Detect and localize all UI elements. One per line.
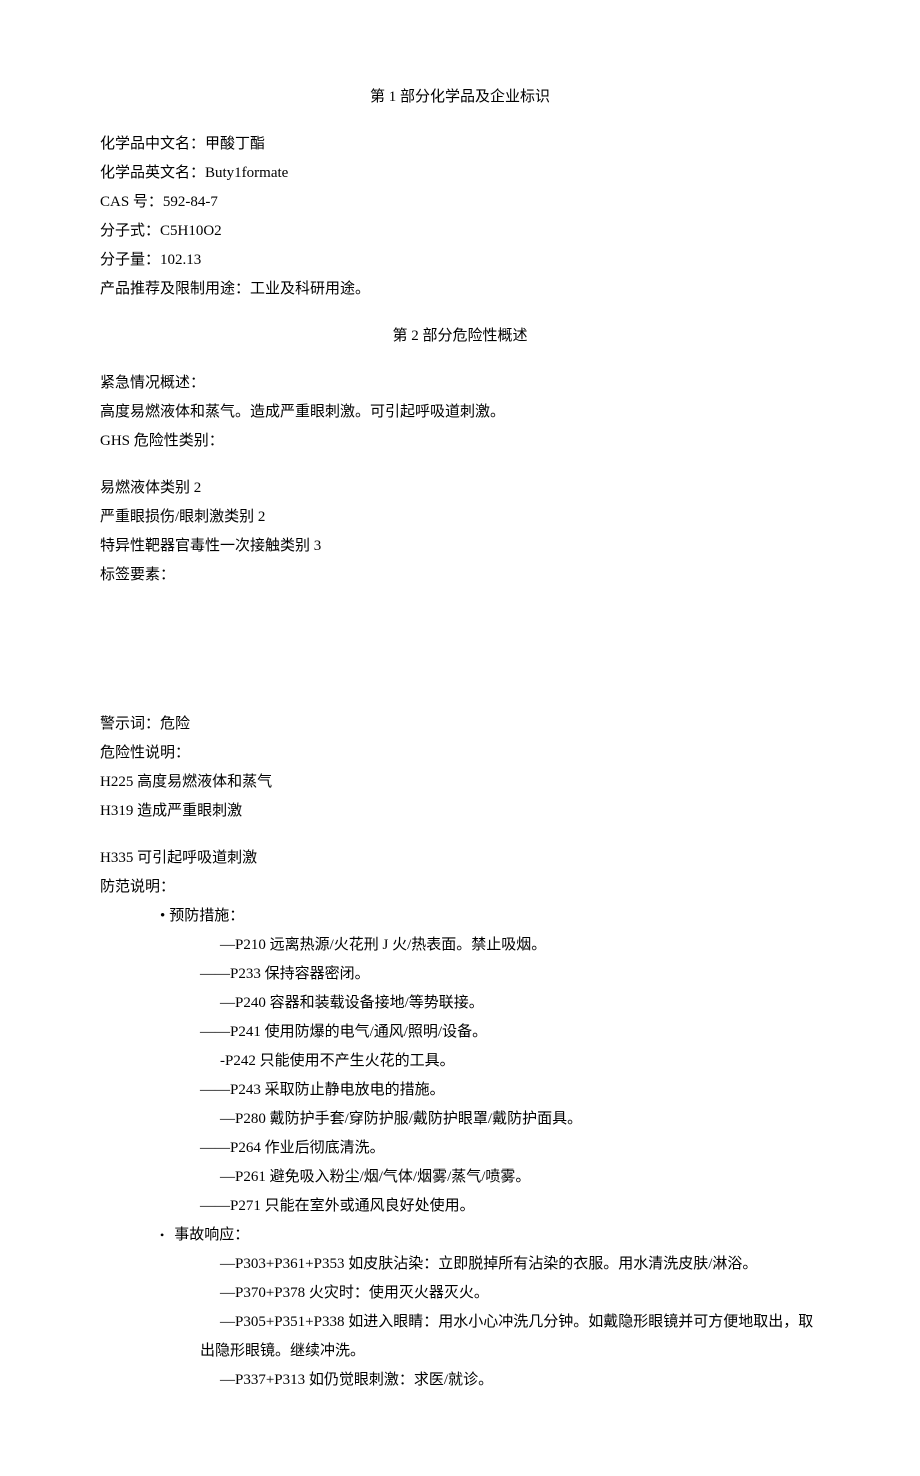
- response-item: —P305+P351+P338 如进入眼睛：用水小心冲洗几分钟。如戴隐形眼镜并可…: [100, 1309, 820, 1336]
- prevention-item: ——P264 作业后彻底清洗。: [100, 1135, 820, 1162]
- cas-number: CAS 号：592-84-7: [100, 189, 820, 216]
- hazard-statement: H335 可引起呼吸道刺激: [100, 845, 820, 872]
- prevention-item: —P240 容器和装载设备接地/等势联接。: [100, 990, 820, 1017]
- hazard-statement: H319 造成严重眼刺激: [100, 798, 820, 825]
- prevention-title: 预防措施：: [100, 903, 820, 930]
- hazard-statement: H225 高度易燃液体和蒸气: [100, 769, 820, 796]
- prevention-item: —P280 戴防护手套/穿防护服/戴防护眼罩/戴防护面具。: [100, 1106, 820, 1133]
- signal-word: 警示词：危险: [100, 711, 820, 738]
- hazard-precaution-block: H335 可引起呼吸道刺激 防范说明： 预防措施： —P210 远离热源/火花刑…: [100, 845, 820, 1394]
- ghs-class-item: 易燃液体类别 2: [100, 475, 820, 502]
- molecular-formula: 分子式：C5H10O2: [100, 218, 820, 245]
- section-1-title: 第 1 部分化学品及企业标识: [100, 84, 820, 111]
- prevention-item: ——P271 只能在室外或通风良好处使用。: [100, 1193, 820, 1220]
- prevention-item: -P242 只能使用不产生火花的工具。: [100, 1048, 820, 1075]
- precaution-label: 防范说明：: [100, 874, 820, 901]
- signal-hazard-block: 警示词：危险 危险性说明： H225 高度易燃液体和蒸气 H319 造成严重眼刺…: [100, 711, 820, 825]
- prevention-item: ——P243 采取防止静电放电的措施。: [100, 1077, 820, 1104]
- response-item: —P337+P313 如仍觉眼刺激：求医/就诊。: [100, 1367, 820, 1394]
- hazard-label: 危险性说明：: [100, 740, 820, 767]
- emergency-label: 紧急情况概述：: [100, 370, 820, 397]
- molecular-weight: 分子量：102.13: [100, 247, 820, 274]
- section-1-body: 化学品中文名：甲酸丁酯 化学品英文名：Buty1formate CAS 号：59…: [100, 131, 820, 303]
- section-2-title: 第 2 部分危险性概述: [100, 323, 820, 350]
- response-item: —P370+P378 火灾时：使用灭火器灭火。: [100, 1280, 820, 1307]
- prevention-item: —P210 远离热源/火花刑 J 火/热表面。禁止吸烟。: [100, 932, 820, 959]
- emergency-overview: 紧急情况概述： 高度易燃液体和蒸气。造成严重眼刺激。可引起呼吸道刺激。 GHS …: [100, 370, 820, 455]
- chem-name-cn: 化学品中文名：甲酸丁酯: [100, 131, 820, 158]
- response-item: —P303+P361+P353 如皮肤沾染：立即脱掉所有沾染的衣服。用水清洗皮肤…: [100, 1251, 820, 1278]
- label-elements: 标签要素：: [100, 562, 820, 589]
- response-title: 事故响应：: [100, 1222, 820, 1249]
- emergency-text: 高度易燃液体和蒸气。造成严重眼刺激。可引起呼吸道刺激。: [100, 399, 820, 426]
- ghs-class-item: 严重眼损伤/眼刺激类别 2: [100, 504, 820, 531]
- pictogram-placeholder: [100, 609, 820, 709]
- ghs-classes: 易燃液体类别 2 严重眼损伤/眼刺激类别 2 特异性靶器官毒性一次接触类别 3 …: [100, 475, 820, 589]
- prevention-item: ——P233 保持容器密闭。: [100, 961, 820, 988]
- ghs-label: GHS 危险性类别：: [100, 428, 820, 455]
- chem-name-en: 化学品英文名：Buty1formate: [100, 160, 820, 187]
- usage: 产品推荐及限制用途：工业及科研用途。: [100, 276, 820, 303]
- ghs-class-item: 特异性靶器官毒性一次接触类别 3: [100, 533, 820, 560]
- prevention-item: —P261 避免吸入粉尘/烟/气体/烟雾/蒸气/喷雾。: [100, 1164, 820, 1191]
- response-item-cont: 出隐形眼镜。继续冲洗。: [100, 1338, 820, 1365]
- prevention-item: ——P241 使用防爆的电气/通风/照明/设备。: [100, 1019, 820, 1046]
